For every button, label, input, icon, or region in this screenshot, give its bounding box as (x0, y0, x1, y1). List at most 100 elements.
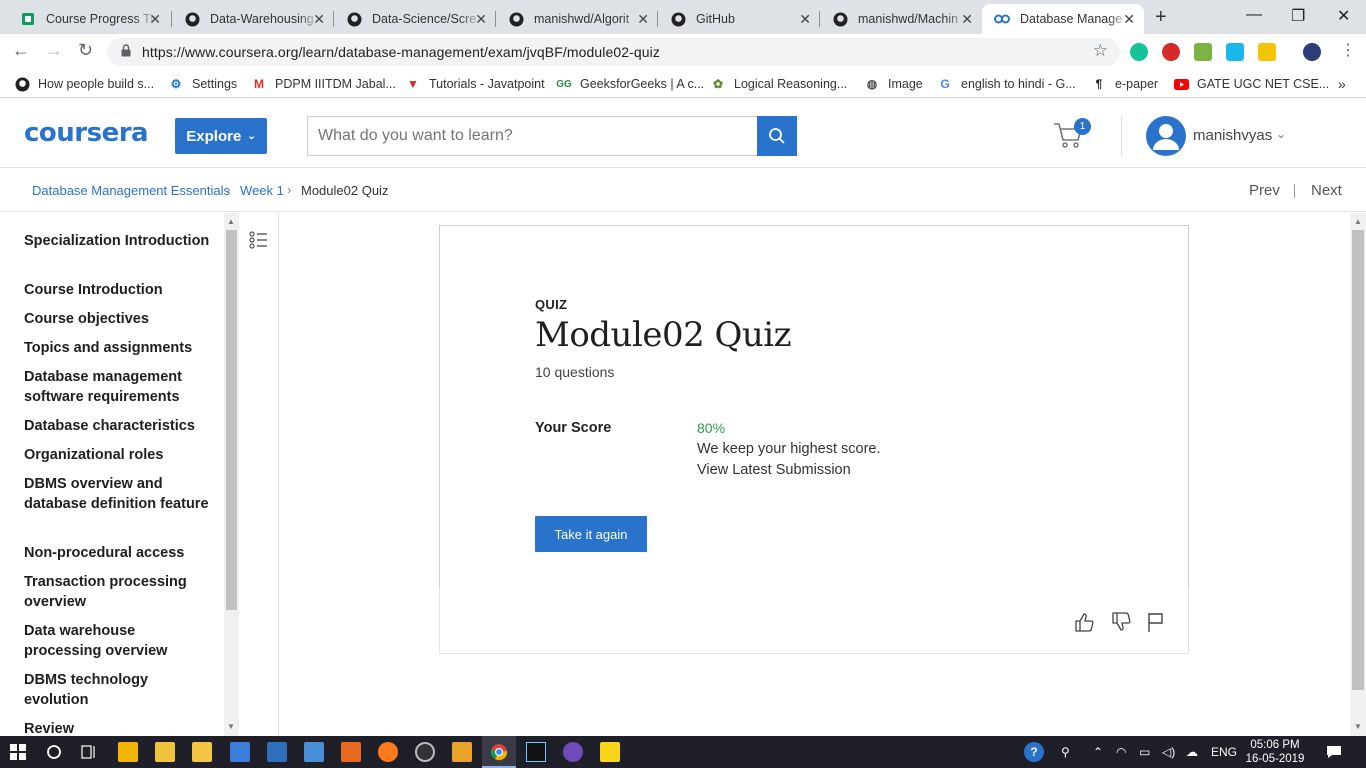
chevron-down-icon[interactable]: ⌄ (1276, 127, 1286, 141)
wifi-icon[interactable]: ◠ (1116, 745, 1126, 759)
close-icon[interactable]: ✕ (799, 11, 811, 28)
firefox-icon[interactable] (378, 742, 398, 762)
sidebar-item-specialization-introduction[interactable]: Specialization Introduction (24, 231, 214, 251)
breadcrumb-course[interactable]: Database Management Essentials (32, 183, 230, 198)
sidebar-item-data-warehouse[interactable]: Data warehouse processing overview (24, 621, 214, 661)
bookmark-item[interactable]: ◍ Image (864, 76, 923, 92)
app-icon[interactable] (563, 742, 583, 762)
grammarly-icon[interactable] (1130, 43, 1148, 61)
browser-tab[interactable]: Data-Science/Scre ✕ (334, 4, 496, 34)
bookmark-item[interactable]: How people build s... (14, 76, 154, 92)
cloud-icon[interactable]: ☁ (1186, 745, 1198, 759)
bookmark-item[interactable]: ▼ Tutorials - Javatpoint (405, 76, 545, 92)
extension-icon[interactable] (1258, 43, 1276, 61)
sublime-text-icon[interactable] (341, 742, 361, 762)
scroll-down-arrow-icon[interactable]: ▼ (1354, 722, 1362, 731)
browser-tab[interactable]: GitHub ✕ (658, 4, 820, 34)
thumbs-up-icon[interactable] (1073, 611, 1095, 638)
sticky-notes-icon[interactable] (600, 742, 620, 762)
explore-button[interactable]: Explore ⌄ (175, 118, 267, 154)
bookmark-item[interactable]: ¶ e-paper (1091, 76, 1158, 92)
browser-tab-active[interactable]: Database Manage ✕ (982, 4, 1144, 34)
browser-tab[interactable]: Course Progress Tr ✕ (8, 4, 170, 34)
close-icon[interactable]: ✕ (313, 11, 325, 28)
store-icon[interactable] (118, 742, 138, 762)
close-icon[interactable]: ✕ (1123, 11, 1135, 28)
scrollbar-thumb[interactable] (1352, 230, 1364, 690)
username[interactable]: manishvyas (1193, 127, 1272, 144)
new-tab-plus-icon[interactable]: + (1155, 6, 1167, 29)
bookmark-item[interactable]: GG GeeksforGeeks | A c... (556, 76, 704, 92)
sidebar-scrollbar[interactable]: ▲ ▼ (224, 213, 239, 736)
app-icon[interactable] (267, 742, 287, 762)
sidebar-item-course-objectives[interactable]: Course objectives (24, 309, 214, 329)
app-icon[interactable] (230, 742, 250, 762)
browser-tab[interactable]: manishwd/Algorit ✕ (496, 4, 658, 34)
sidebar-item-transaction-processing[interactable]: Transaction processing overview (24, 572, 214, 612)
flag-icon[interactable] (1146, 611, 1166, 638)
bookmark-star-icon[interactable]: ☆ (1093, 41, 1108, 61)
app-icon[interactable] (415, 742, 435, 762)
bookmark-item[interactable]: ✿ Logical Reasoning... (710, 76, 847, 92)
sidebar-item-course-introduction[interactable]: Course Introduction (24, 280, 214, 300)
page-scrollbar[interactable]: ▲ ▼ (1350, 213, 1366, 736)
close-icon[interactable]: ✕ (961, 11, 973, 28)
adblock-icon[interactable] (1162, 43, 1180, 61)
bookmark-item[interactable]: Genglish to hindi - G... (937, 76, 1075, 92)
help-icon[interactable]: ? (1024, 742, 1044, 762)
sidebar-item-topics-assignments[interactable]: Topics and assignments (24, 338, 214, 358)
more-bookmarks-icon[interactable]: » (1338, 76, 1346, 92)
cortana-search-icon[interactable] (44, 742, 64, 762)
user-avatar[interactable] (1146, 116, 1186, 156)
bookmark-item[interactable]: ⚙ Settings (168, 76, 238, 92)
sidebar-item-dbms-evolution[interactable]: DBMS technology evolution (24, 670, 214, 710)
take-it-again-button[interactable]: Take it again (535, 516, 647, 552)
scroll-up-arrow-icon[interactable]: ▲ (227, 217, 235, 226)
back-arrow-icon[interactable]: ← (12, 40, 30, 61)
task-view-icon[interactable] (79, 742, 99, 762)
app-icon[interactable] (452, 742, 472, 762)
address-bar[interactable]: https://www.coursera.org/learn/database-… (107, 38, 1120, 66)
sidebar-item-dbms-overview[interactable]: DBMS overview and database definition fe… (24, 474, 214, 514)
volume-icon[interactable]: ◁) (1162, 745, 1175, 759)
minimize-icon[interactable]: — (1246, 6, 1262, 24)
scrollbar-thumb[interactable] (226, 230, 237, 610)
pycharm-icon[interactable] (526, 742, 546, 762)
profile-avatar-icon[interactable] (1303, 43, 1321, 61)
restore-icon[interactable]: ❐ (1291, 6, 1305, 26)
sidebar-item-organizational-roles[interactable]: Organizational roles (24, 445, 214, 465)
sidebar-item-non-procedural-access[interactable]: Non-procedural access (24, 543, 214, 563)
file-explorer-icon[interactable] (192, 742, 212, 762)
thumbs-down-icon[interactable] (1110, 611, 1132, 638)
prev-link[interactable]: Prev (1249, 182, 1280, 199)
browser-tab[interactable]: manishwd/Machin ✕ (820, 4, 982, 34)
download-extension-icon[interactable] (1194, 43, 1212, 61)
close-icon[interactable]: ✕ (149, 11, 161, 28)
sidebar-item-review[interactable]: Review (24, 719, 214, 736)
search-button[interactable] (757, 116, 797, 156)
reload-icon[interactable]: ↻ (78, 40, 93, 61)
scroll-up-arrow-icon[interactable]: ▲ (1354, 217, 1362, 226)
notifications-icon[interactable] (1324, 742, 1344, 762)
windows-start-icon[interactable] (8, 742, 28, 762)
list-icon[interactable] (249, 231, 269, 254)
browser-tab[interactable]: Data-Warehousing ✕ (172, 4, 334, 34)
sidebar-item-dbms-software-requirements[interactable]: Database management software requirement… (24, 367, 214, 407)
menu-dots-icon[interactable]: ⋮ (1340, 40, 1356, 60)
coursera-logo[interactable]: coursera (24, 118, 149, 148)
notes-icon[interactable] (155, 742, 175, 762)
language-indicator[interactable]: ENG (1211, 745, 1237, 759)
python-icon[interactable] (304, 742, 324, 762)
vimeo-extension-icon[interactable] (1226, 43, 1244, 61)
chrome-icon[interactable] (489, 742, 509, 762)
sidebar-item-database-characteristics[interactable]: Database characteristics (24, 416, 214, 436)
view-latest-submission-link[interactable]: View Latest Submission (697, 462, 851, 478)
system-clock[interactable]: 05:06 PM 16-05-2019 (1245, 738, 1305, 766)
forward-arrow-icon[interactable]: → (45, 40, 63, 61)
people-icon[interactable]: ⚲ (1061, 745, 1070, 759)
close-icon[interactable]: ✕ (637, 11, 649, 28)
close-icon[interactable]: ✕ (475, 11, 487, 28)
breadcrumb-week[interactable]: Week 1 (240, 183, 284, 198)
search-input[interactable] (307, 116, 758, 156)
bookmark-item[interactable]: M PDPM IIITDM Jabal... (251, 76, 396, 92)
